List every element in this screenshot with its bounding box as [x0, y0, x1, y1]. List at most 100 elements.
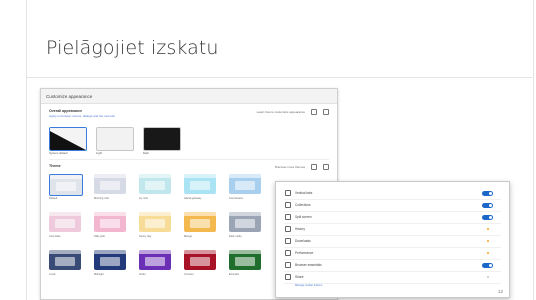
- theme-preview-tabstrip: [229, 174, 261, 178]
- theme-swatch[interactable]: [94, 174, 126, 194]
- setting-indicator[interactable]: [486, 239, 489, 243]
- theme-preview-tabstrip: [49, 212, 81, 216]
- theme-preview-tabstrip: [229, 212, 261, 216]
- setting-label: Downloads: [295, 239, 311, 243]
- theme-preview-tabstrip: [184, 174, 216, 178]
- theme-preview-card: [145, 257, 165, 266]
- theme-preview-card: [145, 219, 165, 228]
- setting-label: Performance: [295, 251, 314, 255]
- collapse-icon[interactable]: [323, 109, 329, 115]
- theme-label: Lunar: [49, 273, 56, 276]
- discover-themes-link[interactable]: Discover more themes: [275, 165, 305, 169]
- setting-icon: [285, 262, 291, 268]
- theme-swatch[interactable]: [139, 174, 171, 194]
- settings-row[interactable]: Split screen: [276, 212, 509, 222]
- mode-system-default[interactable]: [49, 127, 87, 151]
- theme-preview-tabstrip: [50, 175, 82, 179]
- title-divider: [26, 77, 532, 78]
- collapse-icon[interactable]: [323, 164, 329, 170]
- settings-row[interactable]: Downloads: [276, 236, 509, 246]
- theme-preview-card: [100, 219, 120, 228]
- setting-indicator[interactable]: [486, 251, 489, 255]
- theme-swatch[interactable]: [139, 250, 171, 270]
- theme-preview-tabstrip: [94, 250, 126, 254]
- theme-swatch[interactable]: [184, 212, 216, 232]
- theme-preview-card: [56, 182, 76, 191]
- appearance-panel-header: Customize appearance: [41, 89, 337, 104]
- settings-screenshot: Vertical tabs Collections Split screen Hist…: [275, 181, 510, 298]
- manage-toolbar-link[interactable]: Manage toolbar buttons: [295, 284, 322, 287]
- setting-indicator[interactable]: [486, 227, 489, 231]
- theme-preview-card: [235, 181, 255, 190]
- theme-swatch[interactable]: [94, 212, 126, 232]
- overall-learn-link[interactable]: Learn how to customize appearance: [257, 110, 305, 114]
- info-icon[interactable]: [311, 164, 317, 170]
- mode-label-light: Light: [96, 151, 103, 155]
- theme-swatch[interactable]: [94, 250, 126, 270]
- mode-dark[interactable]: [143, 127, 181, 151]
- setting-toggle[interactable]: [482, 214, 493, 220]
- settings-row[interactable]: Collections: [276, 200, 509, 210]
- setting-icon: [285, 274, 291, 280]
- theme-preview-card: [100, 181, 120, 190]
- info-icon[interactable]: [311, 109, 317, 115]
- setting-icon: [285, 226, 291, 232]
- theme-swatch[interactable]: [49, 174, 83, 196]
- setting-label: Browser essentials: [295, 263, 322, 267]
- theme-preview-card: [190, 219, 210, 228]
- theme-swatch[interactable]: [184, 174, 216, 194]
- theme-preview-tabstrip: [229, 250, 261, 254]
- theme-preview-card: [190, 181, 210, 190]
- theme-label: Midnight: [94, 273, 104, 276]
- theme-preview-card: [145, 181, 165, 190]
- theme-swatch[interactable]: [229, 174, 261, 194]
- overall-appearance-subtitle[interactable]: Apply to browser menus, dialogs and the …: [49, 114, 115, 118]
- section-divider: [49, 159, 329, 160]
- theme-label: Dark mode: [229, 235, 242, 238]
- theme-right-tools: Discover more themes: [275, 164, 329, 170]
- settings-row[interactable]: History: [276, 224, 509, 234]
- setting-icon: [285, 202, 291, 208]
- theme-label: Mango: [184, 235, 192, 238]
- theme-label: Violet: [139, 273, 146, 276]
- mode-label-dark: Dark: [143, 151, 149, 155]
- setting-icon: [285, 214, 291, 220]
- settings-row[interactable]: Performance: [276, 248, 509, 258]
- theme-preview-card: [190, 257, 210, 266]
- setting-label: History: [295, 227, 305, 231]
- theme-label: Crimson: [184, 273, 194, 276]
- theme-label: Sunny day: [139, 235, 152, 238]
- theme-preview-card: [235, 257, 255, 266]
- setting-toggle[interactable]: [482, 190, 493, 196]
- setting-label: Collections: [295, 203, 311, 207]
- theme-swatch[interactable]: [184, 250, 216, 270]
- setting-toggle[interactable]: [482, 262, 493, 268]
- theme-label: Cool breeze: [229, 197, 243, 200]
- setting-icon: [285, 190, 291, 196]
- theme-label: Default: [49, 197, 58, 200]
- appearance-panel-title: Customize appearance: [46, 93, 93, 99]
- theme-swatch[interactable]: [49, 212, 81, 232]
- theme-preview-tabstrip: [139, 212, 171, 216]
- system-default-preview-icon: [50, 128, 86, 150]
- theme-swatch[interactable]: [49, 250, 81, 270]
- theme-preview-tabstrip: [94, 212, 126, 216]
- theme-heading: Theme: [49, 164, 61, 168]
- theme-label: Cool slate: [49, 235, 61, 238]
- theme-swatch[interactable]: [229, 250, 261, 270]
- setting-toggle[interactable]: [482, 202, 493, 208]
- theme-swatch[interactable]: [229, 212, 261, 232]
- settings-row[interactable]: Share: [276, 272, 509, 282]
- theme-swatch[interactable]: [139, 212, 171, 232]
- theme-preview-tabstrip: [184, 250, 216, 254]
- setting-indicator[interactable]: [486, 275, 489, 279]
- theme-label: Icy mint: [139, 197, 148, 200]
- theme-preview-card: [235, 219, 255, 228]
- mode-label-system: System default: [49, 151, 68, 155]
- mode-light[interactable]: [96, 127, 134, 151]
- theme-preview-tabstrip: [139, 250, 171, 254]
- theme-preview-tabstrip: [94, 174, 126, 178]
- settings-row[interactable]: Browser essentials: [276, 260, 509, 270]
- settings-row[interactable]: Vertical tabs: [276, 188, 509, 198]
- setting-icon: [285, 250, 291, 256]
